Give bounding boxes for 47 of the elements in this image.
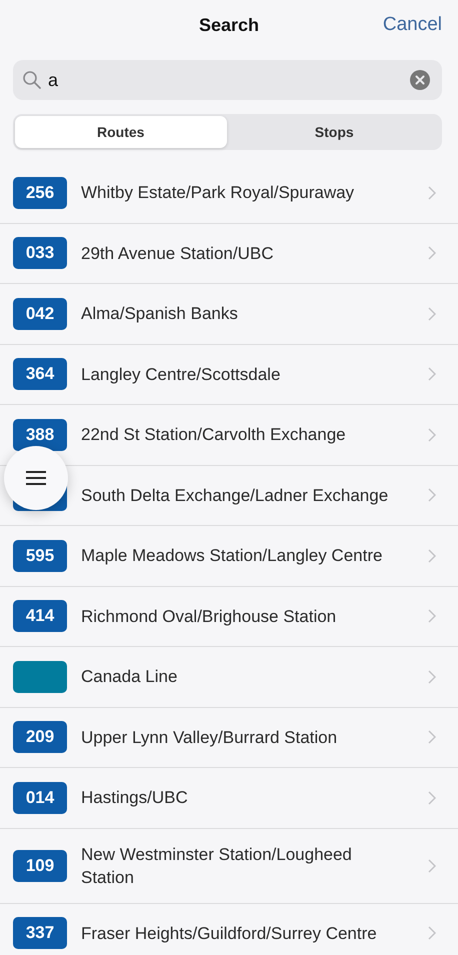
route-badge: 209: [13, 721, 67, 754]
chevron-icon: [428, 790, 436, 805]
segment-tab[interactable]: Routes: [15, 116, 226, 148]
route-name[interactable]: Langley Centre/Scottsdale: [81, 362, 398, 386]
chevron-icon: [428, 858, 436, 872]
chevron-icon: [428, 609, 436, 624]
route-badge: 033: [13, 237, 67, 270]
chevron-icon: [428, 186, 436, 200]
route-badge: 109: [13, 850, 67, 882]
route-name[interactable]: 29th Avenue Station/UBC: [81, 242, 398, 265]
chevron-icon: [428, 548, 436, 563]
chevron-icon: [428, 246, 436, 260]
route-badge: 388: [13, 418, 67, 451]
menu-icon: [25, 470, 47, 486]
route-name[interactable]: Whitby Estate/Park Royal/Spuraway: [81, 181, 398, 204]
route-name[interactable]: South Delta Exchange/Ladner Exchange: [81, 484, 398, 507]
menu-button[interactable]: [4, 446, 68, 510]
clear-icon[interactable]: [410, 70, 430, 90]
chevron-icon: [428, 926, 436, 940]
chevron-icon: [428, 730, 436, 744]
route-badge: 595: [13, 540, 67, 572]
cancel-link[interactable]: Cancel: [382, 14, 442, 36]
route-name[interactable]: Canada Line: [81, 665, 398, 688]
route-name[interactable]: Upper Lynn Valley/Burrard Station: [81, 726, 398, 749]
segment-tab[interactable]: Stops: [228, 116, 440, 148]
route-name[interactable]: 22nd St Station/Carvolth Exchange: [81, 423, 398, 446]
chevron-icon: [428, 488, 436, 502]
route-name[interactable]: Maple Meadows Station/Langley Centre: [81, 544, 398, 568]
route-name[interactable]: Hastings/UBC: [81, 786, 398, 810]
route-badge: 414: [13, 600, 67, 632]
route-badge: 364: [13, 358, 67, 390]
chevron-icon: [428, 428, 436, 442]
route-name[interactable]: Richmond Oval/Brighouse Station: [81, 604, 398, 628]
search-icon: [22, 70, 42, 90]
route-badge: 256: [13, 176, 67, 209]
route-name[interactable]: Alma/Spanish Banks: [81, 302, 398, 326]
page-title: Search: [198, 14, 260, 36]
route-badge: 042: [13, 298, 67, 330]
chevron-icon: [428, 367, 436, 382]
search-field[interactable]: a: [13, 60, 442, 100]
route-name[interactable]: Fraser Heights/Guildford/Surrey Centre: [81, 922, 398, 945]
chevron-icon: [428, 670, 436, 684]
search-text: a: [48, 70, 60, 90]
route-badge: 014: [13, 782, 67, 814]
route-badge: 337: [13, 917, 67, 950]
chevron-icon: [428, 306, 436, 321]
route-name[interactable]: New Westminster Station/Lougheed Station: [81, 842, 398, 888]
